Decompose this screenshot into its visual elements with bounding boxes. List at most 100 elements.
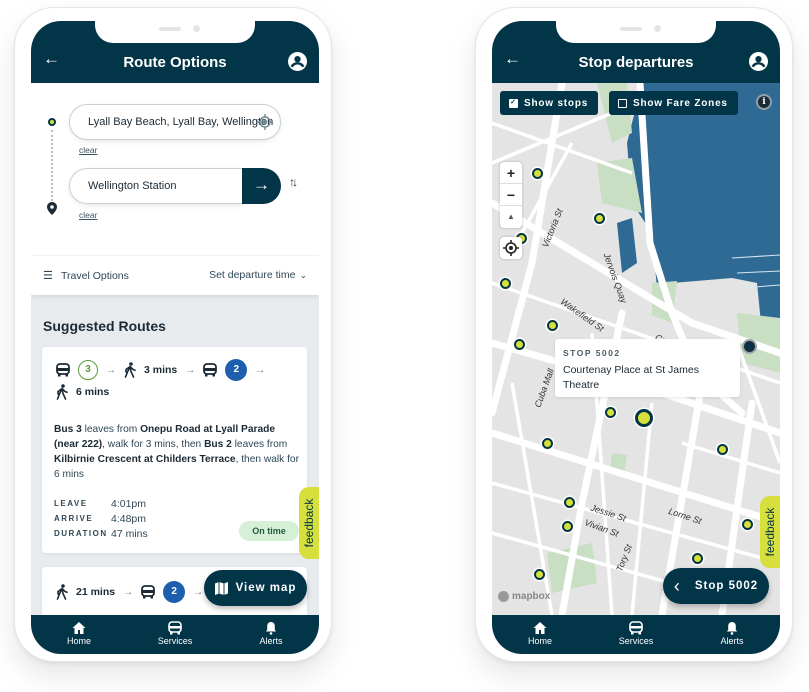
bottom-nav: Home Services Alerts — [492, 615, 780, 654]
desc-text: , walk for 3 mins, then — [102, 439, 205, 450]
bus-stop-marker[interactable] — [692, 553, 703, 564]
current-location-icon[interactable] — [257, 114, 273, 130]
account-circle-icon[interactable] — [749, 52, 768, 71]
origin-dot-icon — [48, 118, 56, 126]
bus-name: Bus 2 — [204, 439, 232, 450]
leave-time: 4:01pm — [111, 497, 147, 510]
checkbox-unchecked-icon — [618, 98, 627, 108]
bus-icon — [203, 363, 218, 377]
stop-name: Kilbirnie Crescent at Childers Terrace — [54, 454, 236, 465]
bus-stop-marker[interactable] — [500, 278, 511, 289]
nav-home[interactable]: Home — [500, 615, 580, 654]
arrive-label: ARRIVE — [54, 514, 94, 523]
stop-popup[interactable]: STOP 5002 Courtenay Place at St James Th… — [555, 339, 740, 397]
bus-stop-marker[interactable] — [744, 341, 755, 352]
zoom-in-button[interactable]: + — [500, 162, 522, 184]
destination-input[interactable]: Wellington Station — [69, 168, 243, 204]
map-view[interactable]: ✓ Show stops Show Fare Zones i + − ▲ Vic… — [492, 83, 780, 615]
bus-icon — [56, 363, 70, 377]
feedback-label: feedback — [763, 507, 777, 557]
arrow-right-icon: → — [106, 364, 116, 376]
zoom-out-button[interactable]: − — [500, 184, 522, 206]
view-map-label: View map — [235, 582, 297, 594]
nav-home[interactable]: Home — [39, 615, 119, 654]
nav-services[interactable]: Services — [135, 615, 215, 654]
nav-label: Services — [618, 636, 654, 646]
trip-times: LEAVE 4:01pm ARRIVE 4:48pm DURATION 47 mins — [54, 496, 148, 541]
bus-icon — [629, 621, 643, 635]
view-map-button[interactable]: View map — [204, 570, 307, 606]
nav-label: Alerts — [259, 636, 283, 646]
suggested-routes-section: Suggested Routes 3 → 3 mins → 2 → 6 mins — [31, 295, 319, 627]
mapbox-icon — [498, 591, 509, 602]
departure-label: Set departure time — [209, 269, 296, 281]
bus-stop-marker[interactable] — [514, 339, 525, 350]
account-circle-icon[interactable] — [288, 52, 307, 71]
bus-stop-marker[interactable] — [564, 497, 575, 508]
bell-icon — [265, 622, 277, 635]
nav-alerts[interactable]: Alerts — [231, 615, 311, 654]
feedback-tab[interactable]: feedback — [299, 487, 319, 559]
bus-icon — [168, 621, 182, 635]
chevron-left-icon: ‹ — [673, 575, 681, 596]
route-connector — [51, 130, 53, 205]
home-icon — [533, 622, 547, 634]
bus-stop-marker[interactable] — [742, 519, 753, 530]
bus-stop-marker[interactable] — [562, 521, 573, 532]
route-description: Bus 3 leaves from Onepu Road at Lyall Pa… — [54, 422, 299, 482]
route-legs: 21 mins → 2 → — [56, 581, 211, 603]
options-bar: ☰ Travel Options Set departure time ⌄ — [31, 255, 319, 295]
bus-stop-marker[interactable] — [542, 438, 553, 449]
nav-label: Home — [527, 636, 552, 646]
geolocate-button[interactable] — [500, 237, 522, 259]
route-options-screen: ← Route Options Lyall Bay Beach, Lyall B… — [31, 21, 319, 654]
selected-stop-marker[interactable] — [635, 409, 653, 427]
walk-icon — [124, 362, 136, 378]
bus-stop-marker[interactable] — [717, 444, 728, 455]
route-legs-continued: 6 mins — [56, 384, 117, 400]
nav-label: Services — [157, 636, 193, 646]
set-departure-time-dropdown[interactable]: Set departure time ⌄ — [209, 269, 307, 281]
nav-services[interactable]: Services — [596, 615, 676, 654]
desc-text: leaves from — [231, 439, 288, 450]
swap-locations-icon[interactable]: ↑↓ — [289, 175, 298, 189]
walk-duration: 6 mins — [76, 386, 110, 398]
stop-button-label: Stop 5002 — [694, 580, 759, 592]
arrow-right-icon: → — [255, 364, 266, 376]
attribution-text: mapbox — [512, 591, 551, 602]
nav-alerts[interactable]: Alerts — [692, 615, 772, 654]
clear-origin-link[interactable]: clear — [79, 145, 97, 155]
show-stops-toggle[interactable]: ✓ Show stops — [500, 91, 599, 115]
info-icon[interactable]: i — [756, 94, 772, 110]
zoom-controls: + − ▲ — [500, 162, 522, 228]
bus-stop-marker[interactable] — [534, 569, 545, 580]
walk-duration: 3 mins — [144, 364, 178, 376]
duration-value: 47 mins — [111, 527, 148, 540]
nav-label: Home — [66, 636, 91, 646]
mapbox-logo[interactable]: mapbox — [498, 591, 550, 602]
bus-stop-marker[interactable] — [547, 320, 558, 331]
map-icon — [214, 581, 228, 595]
list-icon: ☰ — [43, 270, 53, 282]
bell-icon — [726, 622, 738, 635]
stop-name: Courtenay Place at St James Theatre — [563, 364, 699, 391]
phone-frame-stop-departures: ← Stop departures ✓ Show stops Show Fare… — [475, 7, 793, 662]
show-fare-zones-toggle[interactable]: Show Fare Zones — [609, 91, 738, 115]
travel-options-button[interactable]: ☰ Travel Options — [43, 269, 129, 282]
feedback-tab[interactable]: feedback — [760, 496, 780, 568]
walk-duration: 21 mins — [76, 586, 116, 598]
page-title: Stop departures — [578, 54, 694, 71]
clear-destination-link[interactable]: clear — [79, 210, 97, 220]
section-heading: Suggested Routes — [43, 318, 166, 334]
leave-label: LEAVE — [54, 499, 88, 508]
bus-stop-marker[interactable] — [605, 407, 616, 418]
stop-5002-button[interactable]: ‹ Stop 5002 — [663, 568, 769, 604]
compass-button[interactable]: ▲ — [500, 206, 522, 228]
search-route-button[interactable]: → — [242, 168, 281, 204]
bus-stop-marker[interactable] — [532, 168, 543, 179]
phone-notch — [95, 21, 255, 43]
origin-input[interactable]: Lyall Bay Beach, Lyall Bay, Wellington — [69, 104, 281, 140]
arrow-right-icon: → — [253, 175, 270, 194]
bus-stop-marker[interactable] — [594, 213, 605, 224]
route-card[interactable]: 3 → 3 mins → 2 → 6 mins Bus 3 leaves fro… — [42, 347, 307, 553]
